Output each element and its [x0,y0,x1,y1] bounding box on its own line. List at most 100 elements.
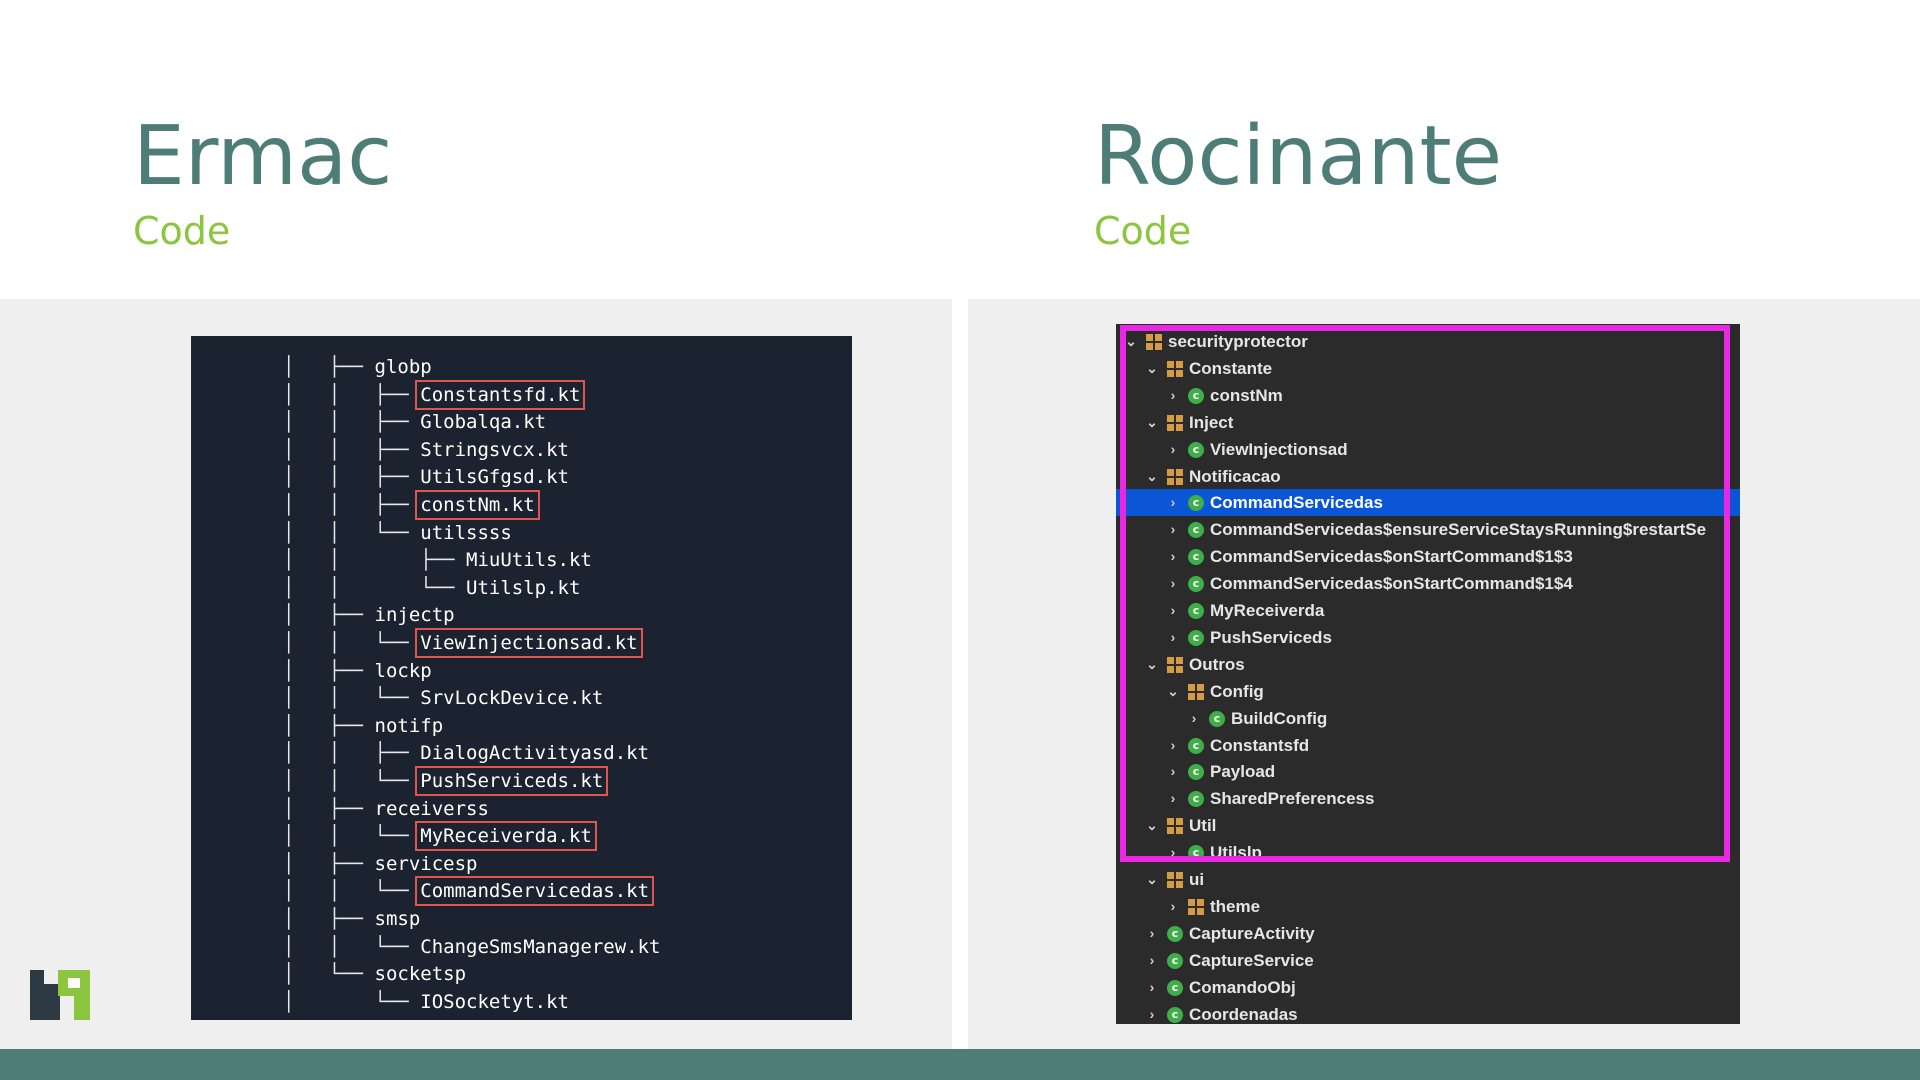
tree-row[interactable]: › c Payload [1116,758,1740,785]
tree-row[interactable]: › c Utilslp [1116,839,1740,866]
tree-line: │ └── IOSocketyt.kt [283,989,569,1015]
tree-row[interactable]: › c ViewInjectionsad [1116,436,1740,463]
logo [30,970,90,1020]
chevron-down-icon[interactable]: ⌄ [1145,812,1159,839]
tree-row[interactable]: › c MyReceiverda [1116,597,1740,624]
tree-row[interactable]: › theme [1116,893,1740,920]
tree-connector: │ ├── [283,659,375,682]
chevron-right-icon[interactable]: › [1166,785,1180,812]
tree-row-label: CommandServicedas$onStartCommand$1$3 [1210,547,1573,567]
right-title: Rocinante [1094,109,1503,204]
tree-row[interactable]: › c CaptureActivity [1116,920,1740,947]
tree-line: │ │ └── ViewInjectionsad.kt [283,628,643,658]
package-icon [1146,334,1162,350]
tree-row-label: ViewInjectionsad [1210,439,1348,459]
highlighted-file-name: MyReceiverda.kt [415,821,597,852]
chevron-down-icon[interactable]: ⌄ [1145,409,1159,436]
tree-connector: │ │ ├── [283,742,421,765]
ermac-terminal: │ ├── globp │ │ ├── Constantsfd.kt │ │ ├──… [191,336,852,1020]
tree-connector: │ │ ├── [283,383,421,406]
tree-line: │ ├── notifp [283,713,443,739]
chevron-right-icon[interactable]: › [1145,920,1159,947]
tree-row-label: ui [1189,870,1205,889]
tree-connector: │ ├── [283,714,375,737]
tree-row[interactable]: › c PushServiceds [1116,624,1740,651]
file-name: DialogActivityasd.kt [420,742,650,765]
tree-line: │ │ ├── constNm.kt [283,490,540,520]
tree-row-label: CommandServicedas$ensureServiceStaysRunn… [1210,520,1707,540]
class-icon: c [1188,495,1204,512]
tree-row[interactable]: › c Coordenadas [1116,1001,1740,1025]
chevron-down-icon[interactable]: ⌄ [1145,866,1159,893]
tree-row[interactable]: ⌄ Constante [1116,355,1740,382]
tree-row-label: SharedPreferencess [1210,789,1375,809]
tree-row[interactable]: ⌄ Outros [1116,651,1740,678]
tree-row-label: Coordenadas [1189,1004,1298,1024]
chevron-right-icon[interactable]: › [1166,436,1180,463]
chevron-right-icon[interactable]: › [1166,382,1180,409]
chevron-right-icon[interactable]: › [1145,1001,1159,1025]
tree-row[interactable]: ⌄ Inject [1116,409,1740,436]
tree-connector: │ │ ├── [283,549,467,572]
chevron-down-icon[interactable]: ⌄ [1145,463,1159,490]
class-icon: c [1188,791,1204,808]
chevron-right-icon[interactable]: › [1166,758,1180,785]
tree-connector: │ │ ├── [283,438,421,461]
tree-line: │ ├── receiverss [283,796,489,822]
chevron-right-icon[interactable]: › [1145,974,1159,1001]
chevron-right-icon[interactable]: › [1166,543,1180,570]
file-name: globp [374,356,432,378]
tree-row-label: ComandoObj [1189,977,1296,997]
tree-row[interactable]: › c CommandServicedas$onStartCommand$1$3 [1116,543,1740,570]
tree-line: │ ├── servicesp [283,851,477,877]
tree-row[interactable]: ⌄ securityprotector [1116,328,1740,355]
left-title: Ermac [133,109,393,204]
file-name: SrvLockDevice.kt [420,687,604,710]
tree-row-label: CommandServicedas$onStartCommand$1$4 [1210,574,1573,594]
chevron-right-icon[interactable]: › [1187,705,1201,732]
tree-line: │ │ └── CommandServicedas.kt [283,876,655,907]
chevron-right-icon[interactable]: › [1166,732,1180,759]
tree-row-selected[interactable]: › c CommandServicedas [1116,489,1740,517]
chevron-down-icon[interactable]: ⌄ [1145,651,1159,678]
chevron-right-icon[interactable]: › [1166,516,1180,543]
tree-connector: │ └── [283,990,421,1013]
chevron-down-icon[interactable]: ⌄ [1145,355,1159,382]
tree-line: │ │ └── SrvLockDevice.kt [283,685,603,711]
tree-row[interactable]: › c constNm [1116,382,1740,409]
tree-line: │ │ ├── Stringsvcx.kt [283,437,569,463]
chevron-right-icon[interactable]: › [1166,839,1180,866]
tree-row[interactable]: ⌄ Util [1116,812,1740,839]
tree-connector: │ │ └── [283,576,467,599]
chevron-down-icon[interactable]: ⌄ [1166,678,1180,705]
tree-row[interactable]: ⌄ Config [1116,678,1740,705]
tree-row[interactable]: › c CommandServicedas$onStartCommand$1$4 [1116,570,1740,597]
right-subtitle: Code [1094,209,1192,253]
tree-row[interactable]: › c ComandoObj [1116,974,1740,1001]
chevron-right-icon[interactable]: › [1166,489,1180,516]
class-icon: c [1167,979,1183,996]
chevron-down-icon[interactable]: ⌄ [1124,328,1138,355]
tree-row[interactable]: ⌄ Notificacao [1116,463,1740,490]
class-icon: c [1188,737,1204,754]
tree-row[interactable]: › c SharedPreferencess [1116,785,1740,812]
tree-row[interactable]: › c BuildConfig [1116,705,1740,732]
chevron-right-icon[interactable]: › [1166,570,1180,597]
tree-row[interactable]: ⌄ ui [1116,866,1740,893]
tree-row[interactable]: › c CaptureService [1116,947,1740,974]
tree-line: │ ├── smsp [283,906,420,932]
chevron-right-icon[interactable]: › [1166,893,1180,920]
tree-row-label: PushServiceds [1210,627,1332,647]
package-icon [1167,818,1183,835]
chevron-right-icon[interactable]: › [1145,947,1159,974]
tree-row-label: Constante [1189,358,1273,378]
tree-row[interactable]: › c Constantsfd [1116,732,1740,759]
chevron-right-icon[interactable]: › [1166,624,1180,651]
file-name: socketsp [374,963,467,986]
chevron-right-icon[interactable]: › [1166,597,1180,624]
file-name: utilssss [420,521,512,544]
tree-line: │ │ └── MyReceiverda.kt [283,821,597,852]
package-icon [1167,414,1183,431]
tree-row-label: securityprotector [1168,332,1308,351]
tree-row[interactable]: › c CommandServicedas$ensureServiceStaysRu… [1116,516,1740,543]
